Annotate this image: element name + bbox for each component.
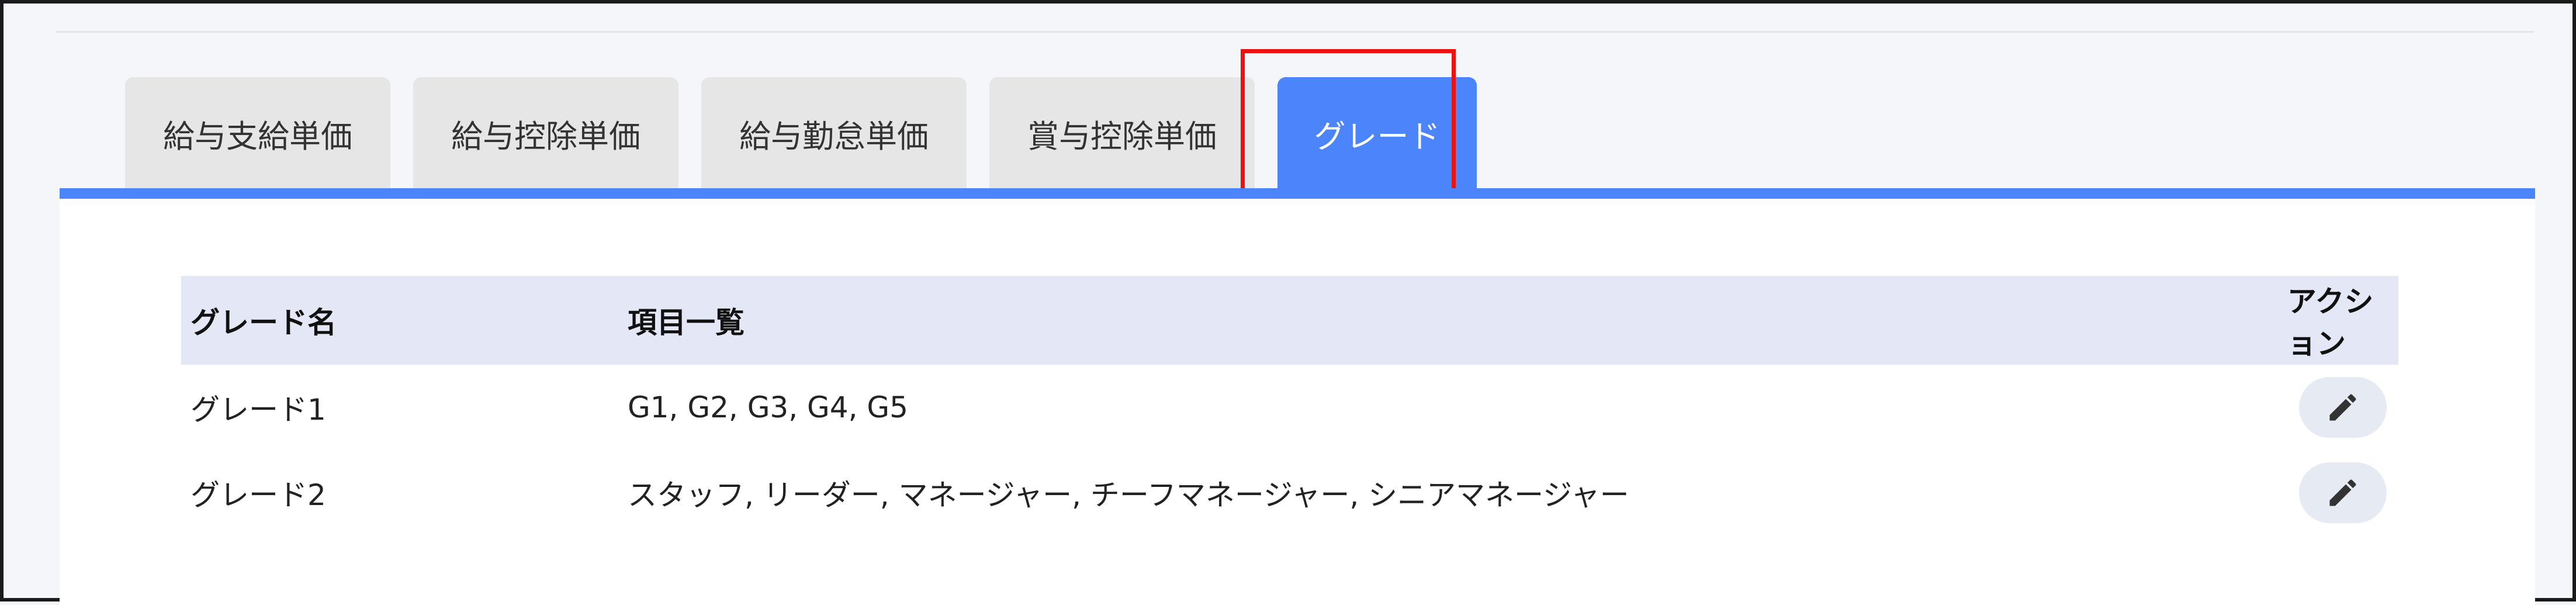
header-action: アクション (2287, 285, 2374, 361)
action-cell (2287, 377, 2398, 438)
pencil-icon (2329, 394, 2356, 421)
top-divider (56, 31, 2534, 33)
grade-name-cell: グレード1 (191, 393, 326, 427)
table-row: グレード2 スタッフ, リーダー, マネージャー, チーフマネージャー, シニア… (181, 450, 2398, 535)
grade-panel: グレード名 項目一覧 アクション グレード1 G1, G2, G3, G4, G… (60, 188, 2535, 605)
screenshot-frame: 給与支給単価 給与控除単価 給与勤怠単価 賞与控除単価 グレード グレード名 項… (0, 0, 2576, 605)
pencil-icon (2329, 479, 2356, 506)
edit-button[interactable] (2299, 462, 2387, 523)
table-row: グレード1 G1, G2, G3, G4, G5 (181, 365, 2398, 450)
action-cell (2287, 462, 2398, 523)
grade-name-cell: グレード2 (191, 478, 326, 512)
table-header: グレード名 項目一覧 アクション (181, 276, 2398, 365)
item-list-cell: スタッフ, リーダー, マネージャー, チーフマネージャー, シニアマネージャー (628, 478, 1629, 512)
item-list-cell: G1, G2, G3, G4, G5 (628, 390, 908, 424)
header-item-list: 項目一覧 (628, 306, 745, 340)
header-grade-name: グレード名 (191, 306, 337, 340)
tab-salary-deduction-unit[interactable]: 給与控除単価 (413, 77, 678, 189)
tab-salary-payment-unit[interactable]: 給与支給単価 (125, 77, 390, 189)
tab-salary-attendance-unit[interactable]: 給与勤怠単価 (701, 77, 967, 189)
tab-bonus-deduction-unit[interactable]: 賞与控除単価 (989, 77, 1255, 189)
grade-table: グレード名 項目一覧 アクション グレード1 G1, G2, G3, G4, G… (181, 276, 2398, 535)
edit-button[interactable] (2299, 377, 2387, 438)
